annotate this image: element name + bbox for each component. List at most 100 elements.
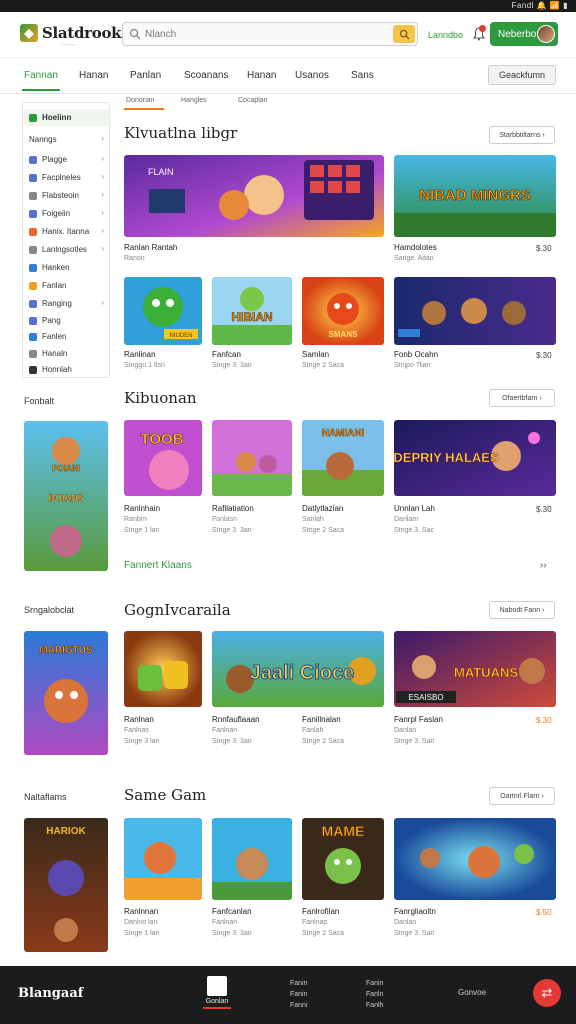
game-tile-3-3[interactable]: NAMIANI (302, 420, 384, 496)
category-icon (29, 365, 37, 374)
footer-link[interactable]: Fanln (366, 989, 384, 1000)
footer-home-tab[interactable]: Gonlan (202, 976, 232, 1009)
sidebar-item[interactable]: Fanlan (23, 277, 109, 294)
game-tile-2-2[interactable]: HIBIAN (212, 277, 292, 345)
nav-tab-1[interactable]: Fannan (24, 70, 58, 81)
chevron-right-icon: › (101, 226, 104, 235)
game-subtitle: Fanlasn (212, 516, 237, 523)
game-tile-side-2[interactable]: POIANI BOIANS (24, 421, 108, 571)
sidebar-item[interactable]: Hoelinn (23, 109, 109, 126)
footer-home-label: Gonlan (205, 998, 229, 1005)
subtab-1[interactable]: Donorian (126, 97, 154, 104)
game-tile-featured-1[interactable]: FLAIN (124, 155, 384, 237)
sidebar-item[interactable]: Ranging › (23, 295, 109, 312)
game-meta: Stnge 3. 3an (212, 930, 252, 937)
brand-subtitle: ______ (62, 40, 76, 45)
game-title: Ranlnhain (124, 504, 161, 513)
sidebar-item[interactable]: Pang (23, 312, 109, 329)
game-meta: Stnge 3 lan (124, 738, 160, 745)
nav-tab-6[interactable]: Usanos (295, 70, 329, 81)
search-input[interactable] (145, 26, 385, 42)
sidebar-item[interactable]: Lanlngsotles › (23, 241, 109, 258)
sidebar-item[interactable]: Facplneles › (23, 169, 109, 186)
game-subtitle: Danlan (394, 919, 417, 926)
footer-link[interactable]: Fanlh (366, 1000, 384, 1011)
section-button-2[interactable]: Ofaertbfarn › (489, 389, 555, 407)
game-tile-side-3[interactable]: MARIGTUS (24, 631, 108, 755)
search-button-icon (399, 29, 410, 40)
chevron-right-icon: › (101, 190, 104, 199)
section-button-3[interactable]: Nabodt Fann › (489, 601, 555, 619)
game-tile-4-2[interactable]: Jaali Cioce (212, 631, 384, 707)
avatar[interactable] (537, 25, 555, 43)
sidebar-item[interactable]: Fanlen (23, 328, 109, 345)
game-tile-5-1[interactable] (124, 818, 202, 900)
caption-4-2: Rnnfauflaaan Fanlnan Stnge 3. 3an (212, 714, 260, 747)
nav-tab-2[interactable]: Hanan (79, 70, 108, 81)
search-bar[interactable] (122, 22, 418, 46)
game-meta: Stnge 2 Saca (302, 738, 345, 745)
footer-link[interactable]: Fanin (366, 978, 384, 989)
sidebar-item-label: Facplneles (42, 173, 81, 182)
game-tile-2-1[interactable]: NIUDEN (124, 277, 202, 345)
nav-tab-5[interactable]: Hanan (247, 70, 276, 81)
nav-tab-7[interactable]: Sans (351, 70, 374, 81)
footer-right-link[interactable]: Gonvoe (458, 988, 486, 997)
game-tile-side-4[interactable]: HARIOK (24, 818, 108, 952)
sidebar-item[interactable]: Hanken (23, 259, 109, 276)
footer-link[interactable]: Fanni (290, 1000, 308, 1011)
sidebar-item[interactable]: Hanaln (23, 345, 109, 362)
sidebar-item[interactable]: Honnlah (23, 361, 109, 378)
game-tile-4-3[interactable]: MATUANS ESAISBO (394, 631, 556, 707)
subtab-2[interactable]: Hangles (181, 97, 207, 104)
chevron-right-icon[interactable]: ›› (540, 560, 547, 571)
caption-2-3: Samlan Stnge 2 Saca (302, 349, 344, 371)
caption-2-1: Ranlinan Stnggu 1 Ilsn (124, 349, 165, 371)
search-button[interactable] (393, 25, 415, 43)
sidebar-item[interactable]: Hanix. Itanna › (23, 223, 109, 240)
game-tile-3-2[interactable] (212, 420, 292, 496)
sidebar-item[interactable]: Flabsteoin › (23, 187, 109, 204)
game-tile-2-3[interactable]: SMANS (302, 277, 384, 345)
main-nav: Fannan Hanan Panlan Scoanans Hanan Usano… (0, 58, 576, 94)
sidebar-item-label: Plagge (42, 155, 67, 164)
game-meta: Stnge 3. San (394, 738, 435, 745)
game-title: Rnnfauflaaan (212, 715, 260, 724)
game-tile-5-4[interactable] (394, 818, 556, 900)
subtab-3[interactable]: Cocaplan (238, 97, 268, 104)
nav-tab-3[interactable]: Panlan (130, 70, 161, 81)
section-side-label-4: Naltaflams (24, 792, 67, 802)
login-link[interactable]: Lanndbo (428, 30, 463, 40)
game-title: Samlan (302, 350, 330, 359)
game-subtitle: Stnjpo 7lian (394, 362, 431, 369)
game-art-7: SMANS (302, 277, 384, 345)
nav-cta-button[interactable]: Geackfumn (488, 65, 556, 85)
sidebar-item[interactable]: Foigeiin › (23, 205, 109, 222)
game-tile-2-4[interactable] (394, 277, 556, 345)
game-art-8 (394, 277, 556, 345)
sidebar-item[interactable]: Nanngs › (23, 131, 109, 148)
section-side-label-3: Srngalobclat (24, 605, 75, 615)
game-tile-5-3[interactable]: MAME (302, 818, 384, 900)
game-tile-featured-2[interactable]: NIBAD MINGRS (394, 155, 556, 237)
sidebar-item-label: Hanix. Itanna (42, 227, 90, 236)
signup-button[interactable]: Neberbon (490, 22, 558, 46)
footer-link[interactable]: Fanin (290, 989, 308, 1000)
category-icon (29, 332, 37, 341)
subtab-active-indicator (124, 108, 164, 110)
sidebar-item[interactable]: Plagge › (23, 151, 109, 168)
section-button-1[interactable]: Starbbtiltarns › (489, 126, 555, 144)
caption-3-3: Datlytlazian Sanlah Stnge 2 Saca (302, 503, 344, 536)
footer-link[interactable]: Fanin (290, 978, 308, 989)
caption-4-3: Fanillnalan Fanlah Stnge 2 Saca (302, 714, 344, 747)
tile-text-1: TOOB (140, 431, 183, 448)
section-button-4[interactable]: Oartnrl Flarn › (489, 787, 555, 805)
floating-action-button[interactable]: ⇄ (533, 979, 561, 1007)
see-more-link[interactable]: Fannert Klaans (124, 560, 192, 571)
game-tile-4-1[interactable] (124, 631, 202, 707)
game-tile-3-1[interactable]: TOOB (124, 420, 202, 496)
game-tile-3-4[interactable]: DEPRIY HALAES (394, 420, 556, 496)
game-tile-5-2[interactable] (212, 818, 292, 900)
tile-text-2: HIBIAN (231, 310, 272, 324)
nav-tab-4[interactable]: Scoanans (184, 70, 228, 81)
